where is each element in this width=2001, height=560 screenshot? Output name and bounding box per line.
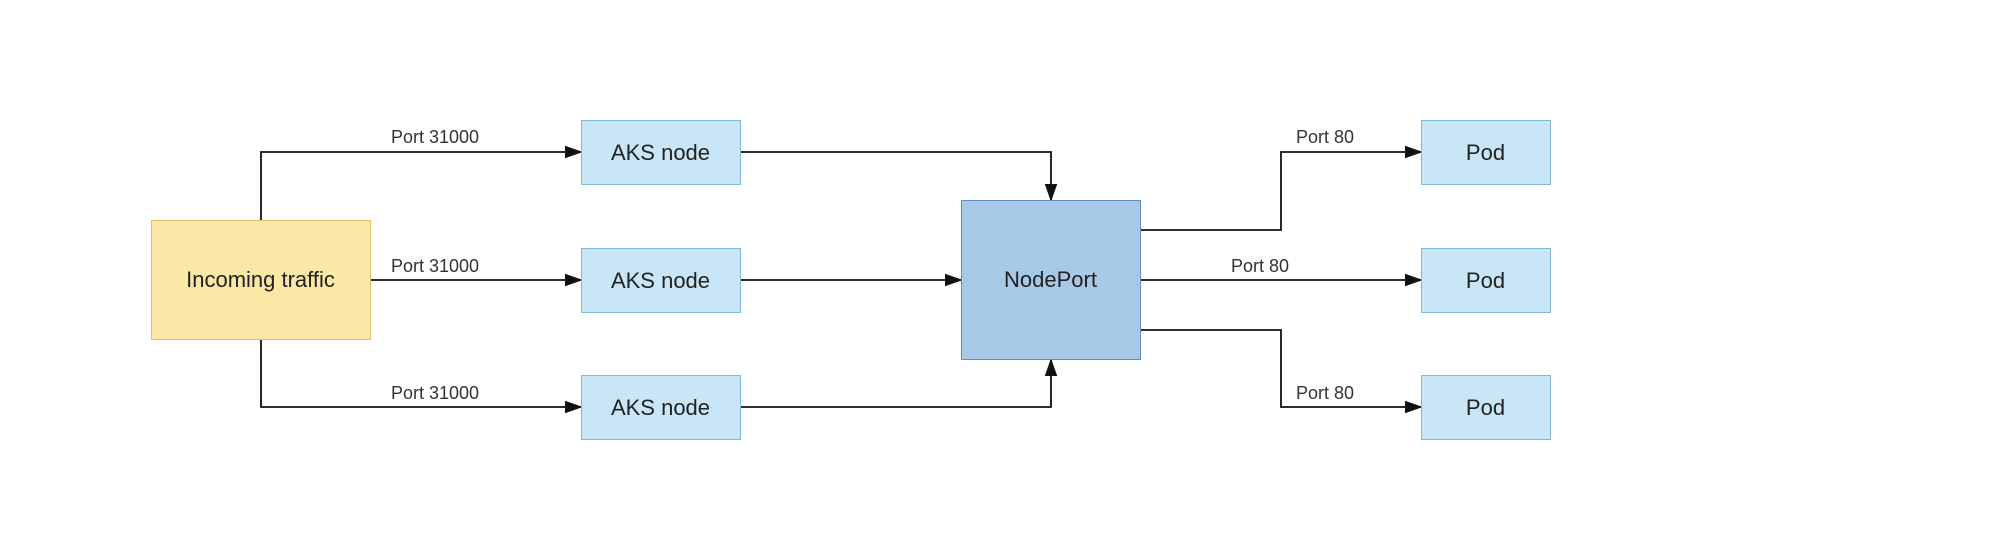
node-aks3-label: AKS node (611, 395, 710, 421)
node-aks3: AKS node (581, 375, 741, 440)
node-nodeport: NodePort (961, 200, 1141, 360)
node-pod1: Pod (1421, 120, 1551, 185)
node-aks1-label: AKS node (611, 140, 710, 166)
node-pod2-label: Pod (1466, 268, 1505, 294)
label-port-80-top: Port 80 (1296, 127, 1354, 147)
label-port-80-bot: Port 80 (1296, 383, 1354, 403)
diagram-container: Port 31000 Port 31000 Port 31000 Port 80… (101, 40, 1901, 520)
label-port-31000-mid: Port 31000 (391, 256, 479, 276)
node-aks2: AKS node (581, 248, 741, 313)
label-port-31000-bot: Port 31000 (391, 383, 479, 403)
node-aks2-label: AKS node (611, 268, 710, 294)
label-port-80-mid: Port 80 (1231, 256, 1289, 276)
label-port-31000-top: Port 31000 (391, 127, 479, 147)
node-pod3-label: Pod (1466, 395, 1505, 421)
node-pod1-label: Pod (1466, 140, 1505, 166)
node-pod2: Pod (1421, 248, 1551, 313)
node-aks1: AKS node (581, 120, 741, 185)
node-incoming-label: Incoming traffic (186, 267, 335, 293)
node-pod3: Pod (1421, 375, 1551, 440)
node-incoming: Incoming traffic (151, 220, 371, 340)
node-nodeport-label: NodePort (1004, 267, 1097, 293)
